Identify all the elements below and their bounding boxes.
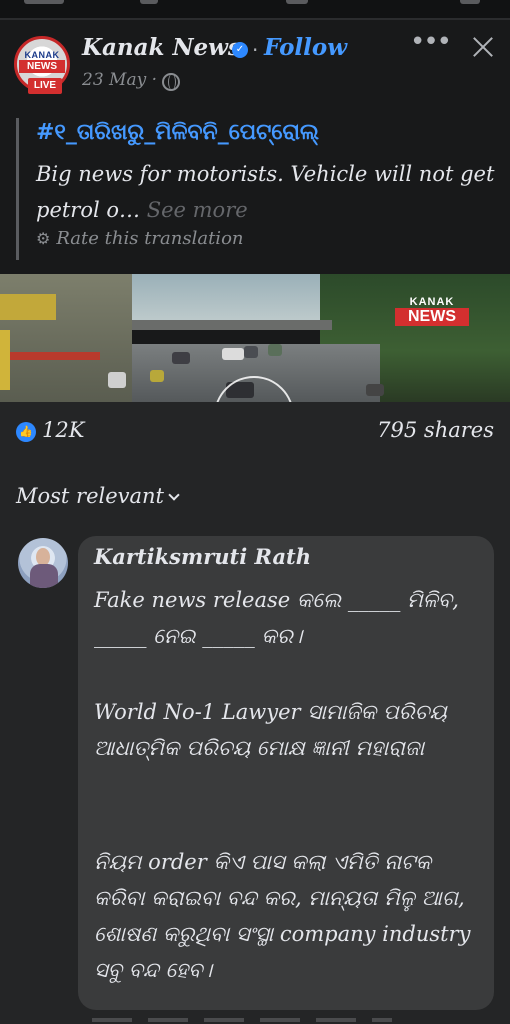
see-more-link[interactable]: See more (147, 198, 248, 222)
next-comment-preview (92, 1018, 392, 1022)
rate-translation-link[interactable]: ⚙ Rate this translation (36, 228, 244, 249)
comment-paragraph-1: Fake news release କଲେ _____ ମିଳିବ, _____… (94, 588, 459, 648)
close-icon[interactable] (468, 32, 498, 62)
globe-icon (162, 73, 180, 91)
video-channel-logo: KANAK NEWS (395, 296, 469, 326)
hashtag-link[interactable]: #୧_ତାରିଖରୁ_ମିଳିବନି_ପେଟ୍ରୋଲ୍ (36, 120, 319, 145)
more-options-icon[interactable]: ••• (410, 28, 452, 60)
post-text-body: Big news for motorists. Vehicle will not… (36, 162, 495, 222)
post-date[interactable]: 23 May · (82, 70, 157, 90)
comment-author[interactable]: Kartiksmruti Rath (94, 544, 311, 569)
follow-button[interactable]: Follow (264, 34, 347, 61)
page-name[interactable]: Kanak News (82, 34, 241, 61)
comment-paragraph-2: World No-1 Lawyer ସାମାଜିକ ପରିଚୟ ଆଧାତ୍ମିକ… (94, 700, 447, 760)
share-count[interactable]: 795 shares (377, 418, 494, 442)
commenter-avatar[interactable] (18, 538, 68, 588)
verified-check-icon: ✓ (232, 42, 248, 58)
comment-sort-dropdown[interactable]: Most relevant (16, 484, 180, 508)
logo-text-mid: NEWS (19, 60, 65, 73)
gear-icon: ⚙ (36, 229, 51, 248)
translation-quote-bar (16, 118, 19, 260)
reaction-count[interactable]: 12K (42, 418, 84, 442)
video-frame: KANAK NEWS (0, 274, 510, 402)
video-thumbnail[interactable]: KANAK NEWS (0, 274, 510, 402)
rate-translation-label: Rate this translation (56, 228, 244, 249)
post-viewer: KANAK NEWS LIVE Kanak News ✓ · Follow 23… (0, 0, 510, 1024)
post-text: Big news for motorists. Vehicle will not… (36, 156, 496, 228)
live-badge: LIVE (28, 78, 62, 94)
comment-paragraph-3: ନିୟମ order କିଏ ପାସ କଲା ଏମିତି ନାଟକ କରିବା … (94, 850, 471, 982)
like-thumb-icon[interactable]: 👍 (16, 422, 36, 442)
video-logo-top: KANAK (409, 296, 455, 308)
page-avatar[interactable]: KANAK NEWS LIVE (14, 36, 70, 94)
sort-label: Most relevant (16, 484, 164, 508)
separator-dot: · (252, 38, 259, 62)
video-logo-bottom: NEWS (395, 308, 469, 326)
logo-text-top: KANAK (24, 50, 60, 60)
chevron-down-icon (168, 489, 180, 501)
top-status-strip (0, 0, 510, 20)
